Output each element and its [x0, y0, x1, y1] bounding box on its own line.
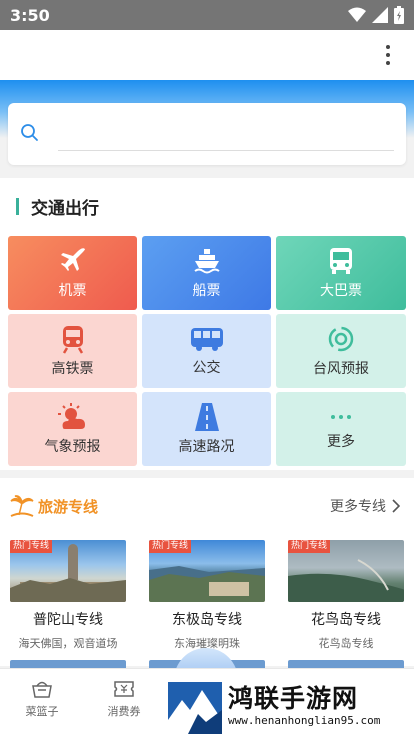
nav-item-basket[interactable]: 菜篮子	[12, 679, 72, 719]
overflow-menu-icon[interactable]	[378, 42, 398, 68]
tour-photo: 热门专线	[149, 540, 265, 602]
tour-card-dongjidao[interactable]: 热门专线 东极岛专线 东海璀璨明珠	[149, 540, 265, 651]
more-dots-icon	[331, 415, 351, 419]
transport-title: 交通出行	[31, 199, 99, 219]
tile-label: 高铁票	[51, 361, 94, 377]
tour-name: 花鸟岛专线	[311, 612, 381, 628]
tile-flight-tickets[interactable]: 机票	[8, 236, 137, 310]
weather-icon	[57, 403, 85, 429]
tour-card-putuoshan[interactable]: 热门专线 普陀山专线 海天佛国，观音道场	[10, 540, 126, 651]
app-top-bar	[0, 30, 414, 80]
nav-item-coupons[interactable]: 消费券	[94, 679, 154, 719]
tile-label: 更多	[327, 434, 355, 450]
tour-photo: 热门专线	[288, 540, 404, 602]
watermark-logo	[168, 680, 222, 734]
coupon-icon	[114, 681, 134, 697]
next-row-card	[10, 660, 126, 668]
hot-badge: 热门专线	[149, 540, 192, 553]
chevron-right-icon	[392, 499, 400, 513]
tour-card-huaniaodao[interactable]: 热门专线 花鸟岛专线 花鸟岛专线	[288, 540, 404, 651]
tour-name: 普陀山专线	[33, 612, 103, 628]
city-bus-icon	[190, 328, 223, 351]
tile-label: 大巴票	[320, 283, 362, 299]
tour-section: 旅游专线 更多专线 热门专线 普陀山专线 海天佛国，观音道场 热门专线 东极岛专…	[0, 478, 414, 666]
tour-name: 东极岛专线	[172, 612, 242, 628]
typhoon-icon	[328, 326, 354, 352]
nav-label: 菜篮子	[25, 705, 59, 718]
transport-grid: 机票 船票 大巴票 高铁票 公交 台风预报 气象预报 高速路况 更多	[8, 236, 406, 466]
wifi-icon	[348, 7, 366, 22]
more-lines-label: 更多专线	[330, 499, 386, 515]
tour-subtitle: 花鸟岛专线	[318, 637, 374, 650]
search-bar	[8, 103, 406, 165]
more-lines-link[interactable]: 更多专线	[330, 496, 400, 516]
nav-label: 消费券	[107, 705, 141, 718]
train-icon	[62, 326, 83, 354]
search-input[interactable]	[58, 121, 394, 147]
ship-icon	[193, 249, 220, 274]
watermark: 鸿联手游网 www.henanhonglian95.com	[168, 676, 414, 736]
tile-label: 高速路况	[178, 439, 235, 455]
hot-badge: 热门专线	[10, 540, 53, 553]
plane-icon	[60, 248, 85, 271]
tile-coach-tickets[interactable]: 大巴票	[276, 236, 406, 310]
tile-ferry-tickets[interactable]: 船票	[142, 236, 271, 310]
tile-more[interactable]: 更多	[276, 392, 406, 466]
search-icon[interactable]	[20, 123, 40, 143]
hot-badge: 热门专线	[288, 540, 331, 553]
status-time: 3:50	[10, 5, 50, 25]
highway-icon	[194, 403, 219, 431]
tile-highway-traffic[interactable]: 高速路况	[142, 392, 271, 466]
tile-city-bus[interactable]: 公交	[142, 314, 271, 388]
status-bar: 3:50	[0, 0, 414, 30]
tile-label: 台风预报	[313, 361, 369, 377]
tile-label: 机票	[58, 283, 87, 299]
tile-weather-forecast[interactable]: 气象预报	[8, 392, 137, 466]
tour-cards: 热门专线 普陀山专线 海天佛国，观音道场 热门专线 东极岛专线 东海璀璨明珠 热…	[10, 540, 404, 651]
search-underline	[58, 150, 394, 151]
signal-icon	[372, 7, 388, 23]
tour-header: 旅游专线	[10, 494, 98, 518]
tile-typhoon-forecast[interactable]: 台风预报	[276, 314, 406, 388]
bus-icon	[330, 248, 352, 274]
tour-title: 旅游专线	[38, 497, 99, 516]
palm-tree-icon	[10, 495, 34, 517]
tile-label: 气象预报	[44, 439, 101, 455]
tile-label: 公交	[192, 360, 221, 376]
basket-icon	[32, 681, 52, 698]
tile-high-speed-rail[interactable]: 高铁票	[8, 314, 137, 388]
status-icons	[348, 6, 404, 24]
transport-section: 交通出行 机票 船票 大巴票 高铁票 公交 台风预报 气象预报 高速路况 更多	[0, 178, 414, 470]
battery-icon	[394, 6, 404, 24]
section-title: 交通出行	[16, 194, 99, 219]
tour-subtitle: 海天佛国，观音道场	[18, 637, 118, 650]
watermark-title: 鸿联手游网	[228, 684, 359, 713]
next-row-card	[288, 660, 404, 668]
tour-photo: 热门专线	[10, 540, 126, 602]
tile-label: 船票	[192, 283, 221, 299]
watermark-url: www.henanhonglian95.com	[228, 714, 381, 727]
